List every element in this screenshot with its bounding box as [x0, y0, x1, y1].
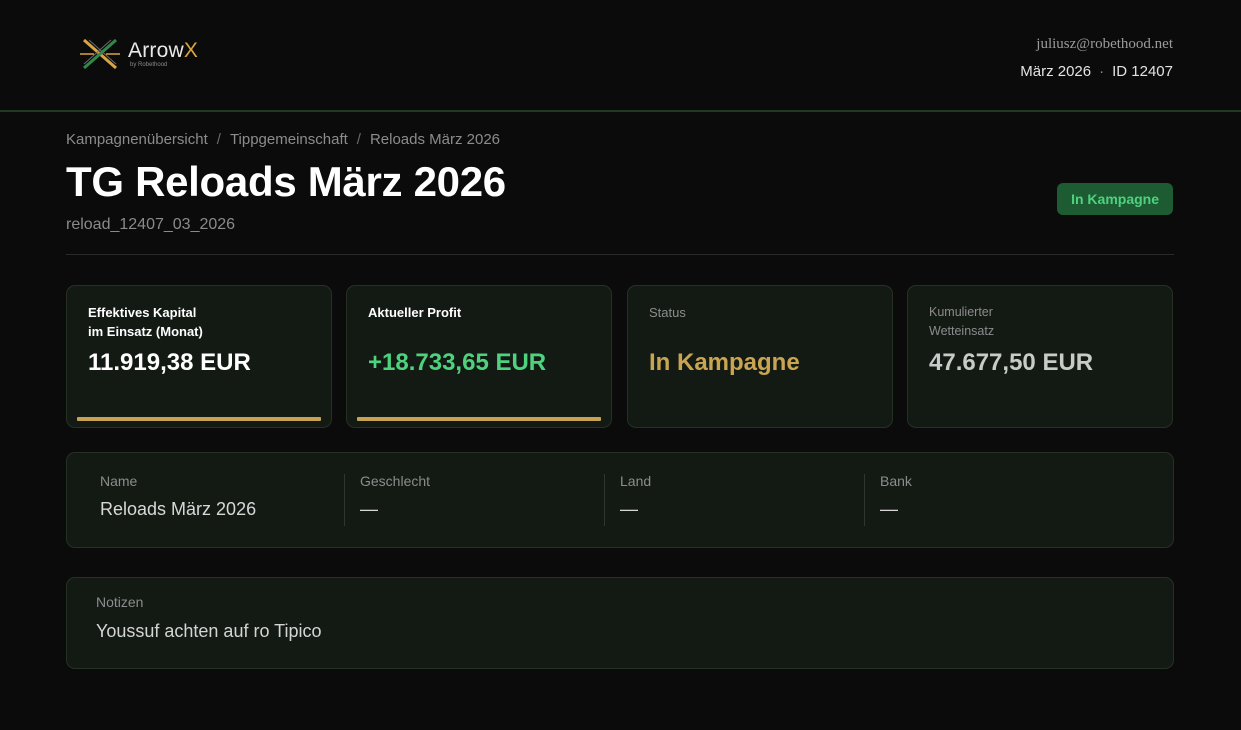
campaign-slug: reload_12407_03_2026 [66, 216, 236, 233]
card-effective-capital: Effektives Kapital im Einsatz (Monat) 11… [66, 285, 332, 428]
card-status: Status In Kampagne [627, 285, 893, 428]
card-value: 11.919,38 EUR [88, 349, 251, 376]
field-divider [604, 474, 605, 526]
card-value: In Kampagne [649, 349, 800, 376]
card-current-profit: Aktueller Profit +18.733,65 EUR [346, 285, 612, 428]
top-header: ArrowX by Robethood juliusz@robethood.ne… [0, 0, 1241, 112]
card-label: Aktueller Profit [368, 305, 462, 320]
breadcrumb: Kampagnenübersicht / Tippgemeinschaft / Relo… [66, 131, 501, 148]
status-badge: In Kampagne [1057, 183, 1173, 215]
brand-logo[interactable]: ArrowX by Robethood [80, 38, 198, 70]
notes-panel: Notizen Youssuf achten auf ro Tipico [66, 577, 1174, 669]
card-cumulative-stake: Kumulierter Wetteinsatz 47.677,50 EUR [907, 285, 1173, 428]
field-bank: Bank — [880, 473, 912, 519]
page-title: TG Reloads März 2026 [66, 158, 506, 205]
field-divider [344, 474, 345, 526]
card-label: Effektives Kapital im Einsatz (Monat) [88, 305, 203, 339]
brand-name: ArrowX [128, 38, 199, 62]
notes-label: Notizen [96, 594, 144, 610]
card-label: Kumulierter Wetteinsatz [929, 305, 995, 338]
card-accent-bar [357, 417, 601, 421]
field-country: Land — [620, 473, 652, 519]
user-email: juliusz@robethood.net [1036, 36, 1173, 52]
card-label: Status [649, 305, 686, 320]
meta-separator: · [1099, 63, 1105, 80]
user-id: ID 12407 [1112, 63, 1173, 80]
breadcrumb-item-group[interactable]: Tippgemeinschaft [230, 131, 348, 148]
arrowx-logo-icon [80, 38, 120, 70]
card-accent-bar [77, 417, 321, 421]
field-name: Name Reloads März 2026 [100, 473, 257, 519]
notes-text: Youssuf achten auf ro Tipico [96, 621, 322, 641]
details-panel: Name Reloads März 2026 Geschlecht — Land… [66, 452, 1174, 548]
title-divider [66, 254, 1174, 255]
card-value: +18.733,65 EUR [368, 349, 547, 376]
brand-tagline: by Robethood [130, 61, 168, 68]
field-divider [864, 474, 865, 526]
breadcrumb-item-overview[interactable]: Kampagnenübersicht [66, 131, 208, 148]
breadcrumb-item-current: Reloads März 2026 [369, 131, 501, 148]
period-label: März 2026 [1020, 63, 1092, 80]
field-gender: Geschlecht — [360, 473, 431, 519]
card-value: 47.677,50 EUR [929, 349, 1094, 376]
user-meta: März 2026 · ID 12407 [1020, 63, 1173, 80]
